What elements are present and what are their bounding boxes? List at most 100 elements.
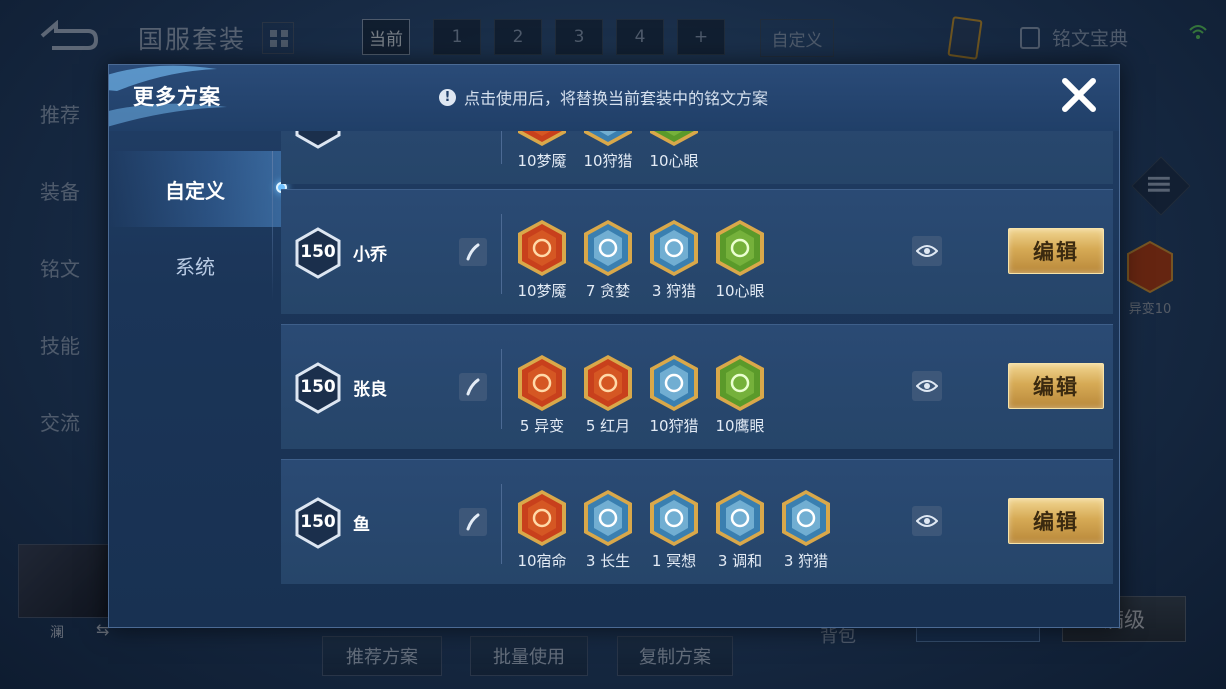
mingxiang-rune-icon	[650, 490, 698, 546]
card-icon[interactable]	[947, 16, 983, 60]
rune-label: 5 异变	[519, 417, 565, 435]
changsheng-rune-icon	[584, 490, 632, 546]
row-separator	[501, 131, 502, 164]
plan-row: 150 张良 5 异变 5 红月 10狩猎 10鹰眼 编辑	[281, 324, 1113, 449]
rune-item: 10心眼	[707, 218, 773, 301]
rune-item: 1 冥想	[641, 488, 707, 571]
plan-name: 鱼	[353, 515, 370, 535]
rune-label: 10鹰眼	[715, 417, 765, 435]
copy-plan-button[interactable]: 复制方案	[617, 636, 733, 676]
shoulie-rune-icon	[584, 131, 632, 146]
eye-icon	[916, 245, 938, 257]
tab-page-1[interactable]: 1	[433, 19, 481, 55]
plan-name: 小乔	[353, 245, 387, 265]
hero-name: 澜	[50, 625, 64, 641]
rune-label: 10宿命	[517, 552, 567, 570]
tab-divider	[272, 151, 273, 301]
grid-icon[interactable]	[262, 22, 294, 54]
rename-button[interactable]	[459, 508, 487, 536]
rune-item: 10狩猎	[641, 353, 707, 436]
side-nav: 推荐 装备 铭文 技能 交流	[0, 95, 110, 480]
tab-system-plans[interactable]: 系统	[109, 227, 281, 303]
rune-item: 3 调和	[707, 488, 773, 571]
rune-label: 10梦魇	[517, 152, 567, 170]
info-icon: !	[439, 88, 456, 106]
tab-page-3[interactable]: 3	[555, 19, 603, 55]
back-arrow-icon[interactable]	[38, 20, 100, 52]
rune-label: 3 狩猎	[783, 552, 829, 570]
wifi-icon	[1189, 25, 1207, 39]
side-nav-recommend[interactable]: 推荐	[0, 95, 110, 172]
rune-label: 10狩猎	[583, 152, 633, 170]
rune-label: 5 红月	[585, 417, 631, 435]
edit-button[interactable]: 编辑	[1008, 498, 1104, 544]
row-separator	[501, 484, 502, 564]
side-rune-label: 异变10	[1128, 302, 1172, 317]
edit-button[interactable]: 编辑	[1008, 228, 1104, 274]
rune-set: 5 异变 5 红月 10狩猎 10鹰眼	[509, 353, 773, 436]
yingyan-rune-icon	[716, 355, 764, 411]
rune-label: 10心眼	[715, 282, 765, 300]
rune-item: 3 狩猎	[641, 218, 707, 301]
edit-button[interactable]: 编辑	[1008, 363, 1104, 409]
preview-button[interactable]	[912, 506, 942, 536]
side-nav-equipment[interactable]: 装备	[0, 172, 110, 249]
side-nav-skills[interactable]: 技能	[0, 326, 110, 403]
suit-title: 国服套装	[138, 25, 247, 54]
tab-custom[interactable]: 自定义	[760, 19, 834, 57]
rune-label: 3 调和	[717, 552, 763, 570]
side-nav-runes[interactable]: 铭文	[0, 249, 110, 326]
rune-label: 3 狩猎	[651, 282, 697, 300]
recommend-plan-button[interactable]: 推荐方案	[322, 636, 442, 676]
mengyan-rune-icon	[518, 131, 566, 146]
suming-rune-icon	[518, 490, 566, 546]
side-rune-slot[interactable]: 异变10	[1122, 240, 1178, 317]
rename-button[interactable]	[459, 238, 487, 266]
rune-label: 1 冥想	[651, 552, 697, 570]
xinyan-rune-icon	[650, 131, 698, 146]
rune-item: 10梦魇	[509, 218, 575, 301]
pencil-icon	[466, 378, 480, 396]
close-icon[interactable]	[1059, 75, 1099, 115]
tanlan-rune-icon	[584, 220, 632, 276]
row-separator	[501, 214, 502, 294]
rune-set: 10梦魇 10狩猎 10心眼	[509, 131, 707, 171]
modal-title: 更多方案	[133, 85, 221, 109]
menu-button[interactable]	[1131, 156, 1191, 216]
rune-item: 3 长生	[575, 488, 641, 571]
rune-item: 10心眼	[641, 131, 707, 171]
side-nav-community[interactable]: 交流	[0, 403, 110, 480]
eye-icon	[916, 515, 938, 527]
rune-label: 7 贪婪	[585, 282, 631, 300]
rune-dex-button[interactable]: 铭文宝典	[1020, 24, 1128, 51]
tab-system-label: 系统	[175, 254, 215, 279]
plan-list[interactable]: 10梦魇 10狩猎 10心眼 编辑 150 小乔 10梦魇 7 贪婪 3 狩猎 10心眼	[281, 131, 1115, 627]
tab-add-page[interactable]: +	[677, 19, 725, 55]
rune-item: 5 红月	[575, 353, 641, 436]
rune-item: 5 异变	[509, 353, 575, 436]
tab-page-4[interactable]: 4	[616, 19, 664, 55]
rune-item: 7 贪婪	[575, 218, 641, 301]
tab-current[interactable]: 当前	[362, 19, 410, 55]
rune-dex-label: 铭文宝典	[1052, 28, 1129, 50]
rename-button[interactable]	[459, 373, 487, 401]
row-separator	[501, 349, 502, 429]
hamburger-icon	[1147, 176, 1170, 197]
shoulie-rune-icon	[650, 355, 698, 411]
hero-avatar[interactable]	[18, 544, 110, 618]
preview-button[interactable]	[912, 236, 942, 266]
plan-level: 150	[300, 377, 336, 397]
rune-set: 10宿命 3 长生 1 冥想 3 调和 3 狩猎	[509, 488, 839, 571]
pencil-icon	[466, 243, 480, 261]
preview-button[interactable]	[912, 371, 942, 401]
yibian-rune-icon	[518, 355, 566, 411]
rune-item: 3 狩猎	[773, 488, 839, 571]
plan-category-tabs: 自定义 系统	[109, 151, 287, 303]
batch-use-button[interactable]: 批量使用	[470, 636, 588, 676]
tab-custom-plans[interactable]: 自定义	[109, 151, 287, 227]
rune-item: 10宿命	[509, 488, 575, 571]
shoulie-rune-icon	[650, 220, 698, 276]
rune-label: 10心眼	[649, 152, 699, 170]
rune-label: 10梦魇	[517, 282, 567, 300]
tab-page-2[interactable]: 2	[494, 19, 542, 55]
